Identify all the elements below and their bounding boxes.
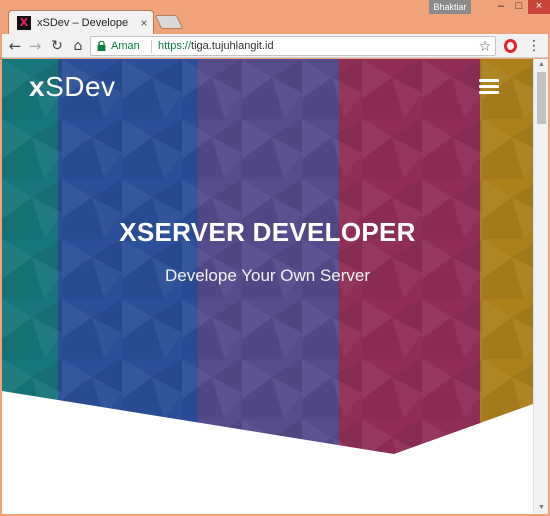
secure-label: Aman bbox=[111, 40, 140, 52]
url-text[interactable]: https://tiga.tujuhlangit.id bbox=[158, 40, 458, 54]
page-viewport: xSDev XSERVER DEVELOPER Develope Your Ow… bbox=[2, 59, 533, 514]
tab-title: xSDev – Develope YOur O bbox=[37, 17, 131, 29]
favicon-icon: X bbox=[17, 16, 31, 30]
opera-icon[interactable] bbox=[504, 39, 517, 53]
logo-text: SDev bbox=[45, 71, 116, 102]
tab-close-icon[interactable]: × bbox=[138, 16, 150, 30]
forward-button[interactable]: → bbox=[26, 37, 44, 55]
scroll-up-icon[interactable]: ▲ bbox=[534, 59, 549, 71]
vertical-scrollbar[interactable]: ▲ ▼ bbox=[533, 59, 548, 514]
scroll-thumb[interactable] bbox=[537, 72, 546, 124]
url-host: tiga.tujuhlangit.id bbox=[191, 40, 274, 52]
site-logo[interactable]: xSDev bbox=[29, 70, 149, 104]
url-scheme: https:// bbox=[158, 40, 192, 52]
hero-section: xSDev XSERVER DEVELOPER Develope Your Ow… bbox=[2, 59, 533, 514]
hero-subtitle: Develope Your Own Server bbox=[164, 266, 371, 285]
back-button[interactable]: ← bbox=[6, 37, 24, 55]
home-button[interactable]: ⌂ bbox=[69, 37, 87, 55]
address-bar[interactable]: Aman https://tiga.tujuhlangit.id ☆ bbox=[90, 36, 496, 56]
star-icon[interactable]: ☆ bbox=[477, 38, 493, 54]
scroll-down-icon[interactable]: ▼ bbox=[534, 502, 549, 514]
minimize-button[interactable]: – bbox=[492, 0, 510, 14]
address-separator bbox=[151, 40, 152, 53]
close-window-button[interactable]: × bbox=[528, 0, 550, 14]
hamburger-icon[interactable] bbox=[479, 79, 499, 95]
lock-icon bbox=[97, 41, 106, 51]
menu-icon[interactable]: ⋮ bbox=[527, 37, 541, 55]
new-tab-button[interactable] bbox=[154, 15, 184, 29]
title-bar: X xSDev – Develope YOur O × Bhaktiar – □… bbox=[0, 0, 550, 36]
hero-title: XSERVER DEVELOPER bbox=[119, 217, 416, 247]
browser-toolbar: ← → ↻ ⌂ Aman https://tiga.tujuhlangit.id… bbox=[2, 34, 548, 58]
browser-tab[interactable]: X xSDev – Develope YOur O × bbox=[8, 10, 154, 36]
logo-prefix: x bbox=[29, 71, 46, 102]
reload-button[interactable]: ↻ bbox=[48, 37, 66, 55]
profile-badge[interactable]: Bhaktiar bbox=[429, 0, 471, 14]
maximize-button[interactable]: □ bbox=[510, 0, 528, 14]
browser-window: X xSDev – Develope YOur O × Bhaktiar – □… bbox=[0, 0, 550, 516]
